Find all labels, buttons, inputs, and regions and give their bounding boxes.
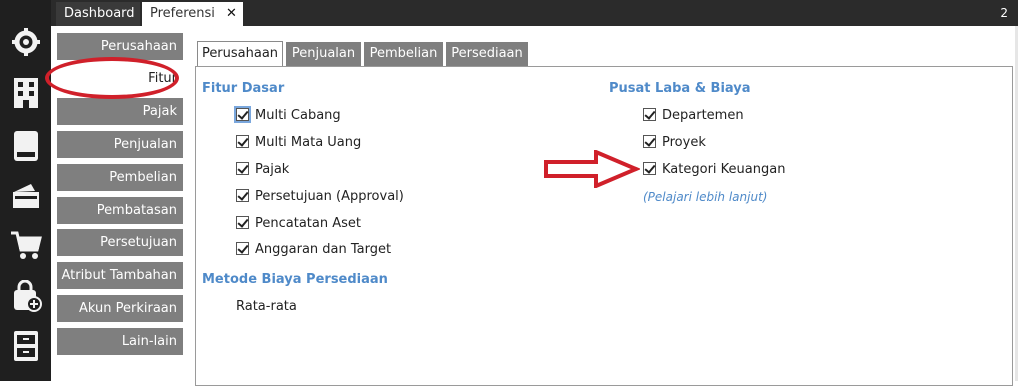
tab-perusahaan[interactable]: Perusahaan — [197, 41, 283, 67]
tab-pembelian[interactable]: Pembelian — [364, 42, 443, 66]
sidebar-item-perusahaan[interactable]: Perusahaan — [57, 33, 183, 60]
section-title-fitur-dasar: Fitur Dasar — [202, 81, 285, 96]
option-departemen[interactable]: Departemen — [643, 106, 744, 126]
sidebar-item-akun-perkiraan[interactable]: Akun Perkiraan — [57, 295, 183, 322]
cabinet-icon[interactable] — [0, 330, 51, 366]
content-tabs: Perusahaan Penjualan Pembelian Persediaa… — [189, 26, 1015, 67]
option-label: Pencatatan Aset — [255, 216, 361, 231]
option-label: Departemen — [662, 108, 744, 123]
option-pencatatan-aset[interactable]: Pencatatan Aset — [236, 214, 361, 234]
option-proyek[interactable]: Proyek — [643, 133, 706, 153]
checkbox-icon[interactable] — [236, 135, 249, 148]
learn-more-link[interactable]: (Pelajari lebih lanjut) — [643, 190, 767, 204]
checkbox-icon[interactable] — [236, 189, 249, 202]
option-multi-cabang[interactable]: Multi Cabang — [234, 106, 341, 126]
sidebar-item-persetujuan[interactable]: Persetujuan — [57, 229, 183, 256]
section-title-metode-biaya: Metode Biaya Persediaan — [202, 272, 388, 287]
option-pajak[interactable]: Pajak — [236, 160, 289, 180]
option-label: Anggaran dan Target — [255, 242, 392, 257]
top-tab-bar: Dashboard Preferensi ✕ 2 — [0, 0, 1018, 26]
checkbox-icon[interactable] — [236, 242, 249, 255]
annotation-arrow-icon — [544, 150, 640, 188]
company-icon[interactable] — [0, 77, 51, 113]
checkbox-icon[interactable] — [236, 162, 249, 175]
cart-icon[interactable] — [0, 230, 51, 266]
option-label: Pajak — [255, 162, 290, 177]
checkbox-icon[interactable] — [643, 108, 656, 121]
option-persetujuan[interactable]: Persetujuan (Approval) — [236, 187, 404, 207]
sidebar-item-atribut-tambahan[interactable]: Atribut Tambahan — [57, 262, 183, 289]
tab-persediaan[interactable]: Persediaan — [446, 42, 528, 66]
checkbox-icon[interactable] — [236, 216, 249, 229]
option-label: Kategori Keuangan — [662, 162, 786, 177]
checkbox-icon[interactable] — [234, 106, 251, 123]
highlight-ellipse — [45, 57, 179, 99]
sidebar-item-pembatasan[interactable]: Pembatasan — [57, 197, 183, 224]
option-label: Multi Cabang — [255, 108, 341, 123]
close-tab-icon[interactable]: ✕ — [220, 2, 243, 26]
option-multi-mata-uang[interactable]: Multi Mata Uang — [236, 133, 361, 153]
section-title-pusat-laba: Pusat Laba & Biaya — [609, 81, 751, 96]
tab-dashboard[interactable]: Dashboard — [56, 2, 140, 26]
wallet-icon[interactable] — [0, 180, 51, 216]
settings-icon[interactable] — [0, 27, 51, 63]
icon-rail — [0, 0, 51, 381]
tab-penjualan[interactable]: Penjualan — [286, 42, 361, 66]
sidebar-item-pembelian[interactable]: Pembelian — [57, 164, 183, 191]
option-label: Multi Mata Uang — [255, 135, 362, 150]
checkbox-icon[interactable] — [643, 162, 656, 175]
sidebar-item-pajak[interactable]: Pajak — [57, 98, 183, 125]
option-kategori-keuangan[interactable]: Kategori Keuangan — [643, 160, 785, 180]
checkbox-icon[interactable] — [643, 135, 656, 148]
open-tab-count[interactable]: 2 — [1000, 6, 1008, 20]
option-anggaran-target[interactable]: Anggaran dan Target — [236, 240, 391, 260]
tab-preferensi[interactable]: Preferensi — [142, 2, 220, 26]
sidebar-item-penjualan[interactable]: Penjualan — [57, 131, 183, 158]
book-icon[interactable] — [0, 130, 51, 166]
bag-add-icon[interactable] — [0, 279, 51, 316]
option-label: Persetujuan (Approval) — [255, 189, 404, 204]
option-label: Proyek — [662, 135, 706, 150]
sidebar-item-lain-lain[interactable]: Lain-lain — [57, 328, 183, 355]
metode-biaya-value[interactable]: Rata-rata — [236, 299, 297, 314]
